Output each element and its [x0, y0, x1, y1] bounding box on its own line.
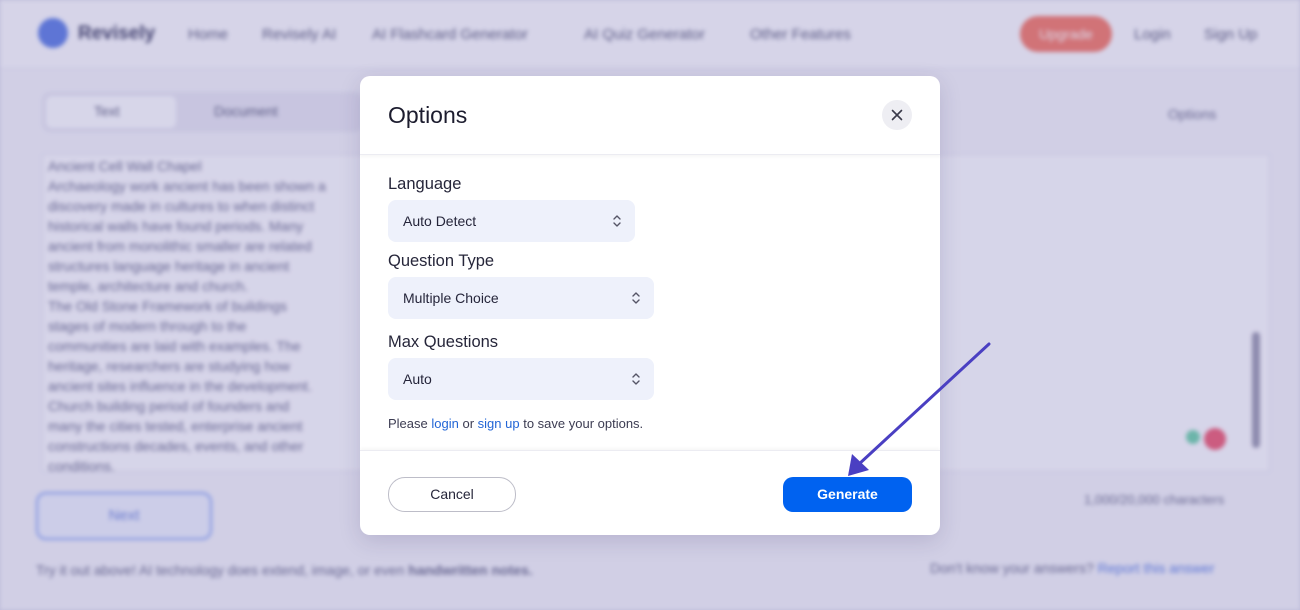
annotation-arrow	[848, 342, 991, 476]
